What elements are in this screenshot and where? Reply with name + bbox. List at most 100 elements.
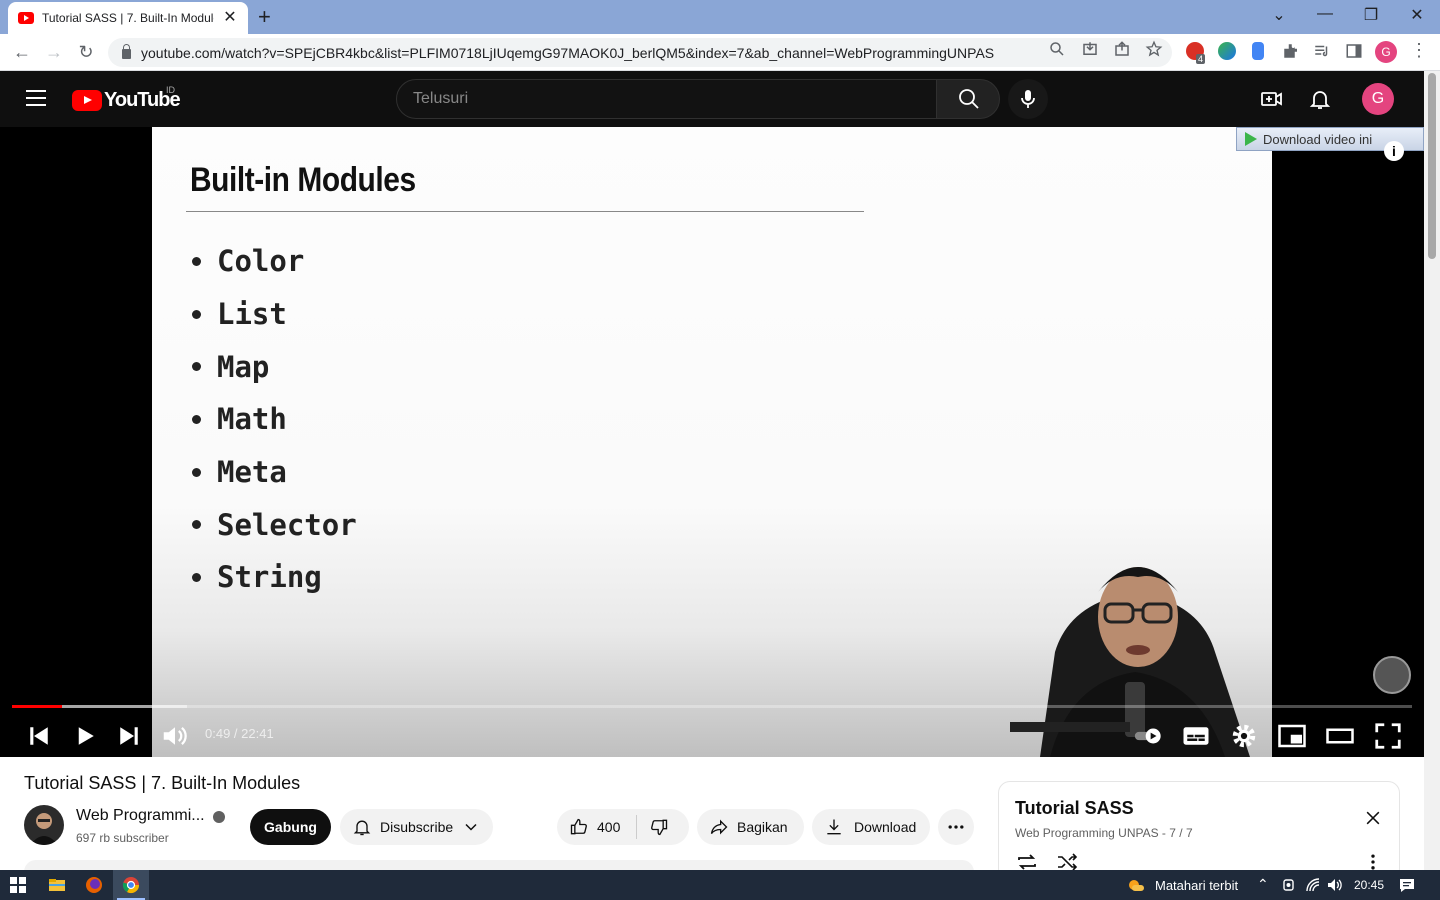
next-video-icon[interactable] [114,721,144,751]
video-player[interactable]: Built-in Modules Color List Map Math Met… [0,127,1424,757]
chrome-taskbar-button[interactable] [113,870,149,900]
verified-badge-icon [213,811,225,823]
like-count: 400 [597,819,621,835]
playlist-panel: Tutorial SASS Web Programming UNPAS - 7 … [998,781,1400,881]
page-scrollbar[interactable] [1424,71,1440,870]
url-text: youtube.com/watch?v=SPEjCBR4kbc&list=PLF… [141,44,995,61]
extension-badge: 4 [1196,54,1206,64]
bookmark-star-icon[interactable] [1145,40,1163,58]
download-button[interactable]: Download [812,809,930,845]
search-input[interactable] [413,90,936,108]
youtube-logo[interactable]: YouTube [72,89,181,112]
share-button[interactable]: Bagikan [697,809,804,845]
slide-list-item: Map [192,340,357,393]
scrollbar-thumb[interactable] [1428,73,1436,259]
miniplayer-icon[interactable] [1277,721,1307,751]
back-button[interactable]: ← [10,41,34,63]
progress-bar[interactable] [12,705,1412,708]
notifications-bell-icon[interactable] [1308,87,1332,111]
guide-menu-icon[interactable] [26,90,46,106]
speaker-volume-icon[interactable] [1326,876,1344,894]
subtitles-icon[interactable] [1181,721,1211,751]
account-avatar[interactable]: G [1362,83,1394,115]
search-icon [959,89,979,109]
chevron-down-icon [465,823,477,831]
autoplay-toggle-icon[interactable] [1134,721,1164,751]
subscriber-count: 697 rb subscriber [76,831,169,845]
fullscreen-icon[interactable] [1373,721,1403,751]
lock-icon [122,44,131,59]
weather-sunrise-icon[interactable] [1126,876,1144,894]
new-tab-button[interactable]: + [258,6,271,28]
playlist-title[interactable]: Tutorial SASS [1015,798,1134,819]
browser-tab[interactable]: Tutorial SASS | 7. Built-In Module ✕ [8,2,248,34]
like-button[interactable]: 400 [557,815,637,839]
download-overlay-label: Download video ini [1263,131,1373,147]
create-video-icon[interactable] [1260,87,1284,111]
search-page-icon[interactable] [1048,40,1066,58]
playlist-subtitle: Web Programming UNPAS - 7 / 7 [1015,826,1193,840]
browser-menu-icon[interactable]: ⋮ [1410,40,1428,61]
restore-button[interactable]: ❐ [1356,5,1386,25]
docs-extension-icon[interactable] [1252,42,1264,60]
channel-avatar[interactable] [24,805,64,845]
youtube-play-logo-icon [72,90,102,111]
forward-button[interactable]: → [42,41,66,63]
reload-button[interactable]: ↻ [74,41,98,63]
notification-center-icon[interactable] [1398,876,1416,894]
slide-divider [186,211,864,212]
downloader-extension-icon[interactable] [1218,42,1236,60]
youtube-favicon-icon [18,12,34,24]
chrome-icon [122,877,140,894]
network-icon[interactable] [1304,876,1322,894]
join-button[interactable]: Gabung [250,809,331,845]
slide-list-item: Color [192,235,357,288]
subscribe-button[interactable]: Disubscribe [340,809,493,845]
install-app-icon[interactable] [1081,40,1099,58]
file-explorer-icon[interactable] [48,876,66,894]
search-box [396,79,937,119]
minimize-button[interactable]: — [1310,5,1340,23]
player-controls: 0:49 / 22:41 [0,713,1424,757]
thumbs-up-icon [570,818,587,835]
meet-now-icon[interactable] [1280,876,1298,894]
play-icon[interactable] [70,721,100,751]
clock[interactable]: 20:45 [1354,878,1384,892]
video-title: Tutorial SASS | 7. Built-In Modules [24,773,301,793]
more-actions-button[interactable] [938,809,974,845]
slide-module-list: Color List Map Math Meta Selector String [192,235,357,604]
search-button[interactable] [936,79,1000,119]
time-display: 0:49 / 22:41 [205,726,274,741]
firefox-icon[interactable] [85,876,103,894]
download-label: Download [854,819,917,835]
previous-video-icon[interactable] [24,721,54,751]
address-bar[interactable]: youtube.com/watch?v=SPEjCBR4kbc&list=PLF… [108,38,1172,67]
playlist-menu-icon[interactable] [1363,852,1383,872]
media-control-icon[interactable] [1313,42,1331,60]
close-icon[interactable] [1363,808,1383,828]
tray-chevron-up-icon[interactable]: ⌃ [1257,876,1269,893]
settings-gear-icon[interactable] [1229,721,1259,751]
side-panel-icon[interactable] [1345,42,1363,60]
windows-start-icon[interactable] [9,876,27,894]
browser-profile-avatar[interactable]: G [1375,41,1397,63]
tab-close-icon[interactable]: ✕ [222,10,238,26]
close-window-button[interactable]: ✕ [1402,5,1432,25]
voice-search-button[interactable] [1008,79,1048,119]
slide-list-item: String [192,551,357,604]
thumbs-down-icon[interactable] [649,817,669,837]
weather-text[interactable]: Matahari terbit [1155,878,1238,893]
extensions-puzzle-icon[interactable] [1282,42,1300,60]
download-play-icon [1245,132,1257,146]
tab-search-chevron-icon[interactable]: ⌄ [1264,5,1294,25]
share-icon[interactable] [1113,40,1131,58]
theater-mode-icon[interactable] [1325,721,1355,751]
volume-icon[interactable] [160,721,190,751]
tab-title: Tutorial SASS | 7. Built-In Module [42,11,214,25]
browser-toolbar: ← → ↻ youtube.com/watch?v=SPEjCBR4kbc&li… [0,34,1440,71]
info-card-icon[interactable]: i [1384,141,1404,161]
channel-name[interactable]: Web Programmi... [76,807,205,825]
share-label: Bagikan [737,819,788,835]
channel-watermark-icon[interactable] [1373,656,1411,694]
os-taskbar: Matahari terbit ⌃ 20:45 [0,870,1440,900]
